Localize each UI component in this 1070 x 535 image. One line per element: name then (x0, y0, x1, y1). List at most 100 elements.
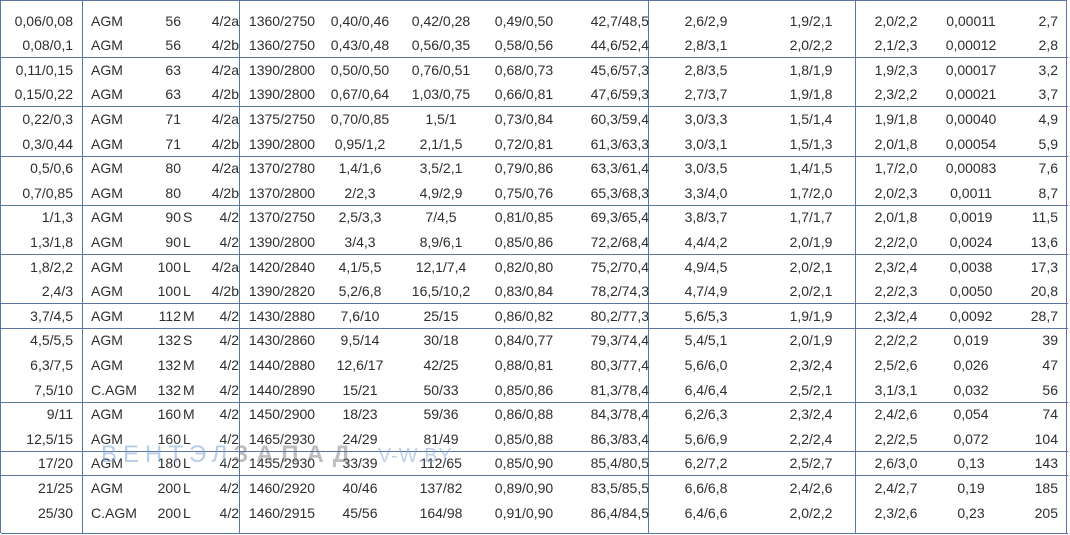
table-cell: L (183, 504, 191, 521)
table-cell: 0,072 (953, 430, 989, 447)
table-cell: 5,6/5,3 (684, 307, 728, 324)
table-cell: 4/2a (211, 110, 239, 127)
table-cell: 2,2/2,0 (874, 233, 918, 250)
table-cell: AGM (91, 86, 123, 103)
table-cell: 137/82 (419, 479, 463, 496)
table-cell: 200 (157, 504, 181, 521)
table-cell: 164/98 (419, 504, 463, 521)
table-cell: 0,67/0,64 (330, 86, 390, 103)
table-cell: 4/2 (219, 307, 239, 324)
table-cell: AGM (91, 233, 123, 250)
table-cell: 0,40/0,46 (330, 12, 390, 29)
table-cell: 18/23 (342, 406, 378, 423)
table-cell: 4/2 (219, 406, 239, 423)
table-cell: 0,82/0,80 (494, 258, 554, 275)
table-cell: 30/18 (423, 332, 459, 349)
table-cell: AGM (91, 307, 123, 324)
table-cell: 1390/2820 (248, 283, 316, 300)
table-cell: 0,72/0,81 (494, 135, 554, 152)
table-cell: 1390/2800 (248, 61, 316, 78)
table-cell: 9,5/14 (340, 332, 380, 349)
table-cell: 1,03/0,75 (411, 86, 471, 103)
table-cell: 0,85/0,88 (494, 430, 554, 447)
table-cell: 2,2/2,4 (789, 430, 833, 447)
table-cell: 180 (157, 455, 181, 472)
table-cell: 74 (1042, 406, 1058, 423)
table-cell: 185 (1034, 479, 1058, 496)
table-cell: 1,5/1,3 (789, 135, 833, 152)
table-cell: L (183, 479, 191, 496)
table-cell: 132 (157, 381, 181, 398)
table-cell: 1390/2800 (248, 135, 316, 152)
table-cell: 42/25 (423, 356, 459, 373)
table-cell: 85,4/80,5 (590, 455, 649, 472)
table-cell: AGM (91, 61, 123, 78)
table-cell: 0,0038 (949, 258, 993, 275)
table-cell: 2,0/2,2 (789, 37, 833, 54)
table-cell: 3,0/3,3 (684, 110, 728, 127)
table-cell: 1450/2900 (248, 406, 316, 423)
table-cell: L (183, 455, 191, 472)
table-cell: 4,9/2,9 (419, 184, 463, 201)
table-cell: 1420/2840 (248, 258, 316, 275)
table-cell: 0,08/0,1 (22, 37, 73, 54)
table-cell: 1,5/1,4 (789, 110, 833, 127)
table-cell: 3/4,3 (344, 233, 376, 250)
table-cell: 205 (1034, 504, 1058, 521)
table-cell: AGM (91, 406, 123, 423)
table-cell: 4/2 (219, 356, 239, 373)
table-cell: 0,91/0,90 (494, 504, 554, 521)
table-cell: 12,6/17 (336, 356, 384, 373)
table-cell: M (183, 307, 195, 324)
table-cell: 0,23 (957, 504, 985, 521)
table-cell: 0,00054 (945, 135, 997, 152)
table-cell: 56 (165, 12, 181, 29)
table-cell: AGM (91, 283, 123, 300)
table-cell: 0,76/0,51 (411, 61, 471, 78)
table-cell: 2,3/2,4 (789, 356, 833, 373)
table-cell: 0,42/0,28 (411, 12, 471, 29)
table-cell: 63,3/61,4 (590, 160, 649, 177)
table-cell: 56 (165, 37, 181, 54)
table-cell: 4,4/4,2 (684, 233, 728, 250)
table-cell: 9/11 (46, 406, 73, 423)
table-cell: 4/2 (219, 504, 239, 521)
table-cell: 2,2/2,2 (874, 332, 918, 349)
table-cell: 0,79/0,86 (494, 160, 554, 177)
table-cell: 7/4,5 (425, 209, 457, 226)
table-cell: 71 (165, 135, 181, 152)
table-cell: 2,7/3,7 (684, 86, 728, 103)
table-cell: 2,2/2,3 (874, 283, 918, 300)
table-cell: 3,1/3,1 (874, 381, 918, 398)
table-cell: 2,5/2,1 (789, 381, 833, 398)
table-cell: 3,8/3,7 (684, 209, 728, 226)
table-cell: 80,2/77,3 (590, 307, 649, 324)
table-cell: 0,00011 (946, 12, 996, 29)
table-cell: 0,75/0,76 (494, 184, 554, 201)
table-cell: 1430/2860 (248, 332, 316, 349)
table-cell: 47,6/59,3 (590, 86, 649, 103)
table-cell: AGM (91, 430, 123, 447)
table-cell: 2,0/1,8 (874, 209, 918, 226)
table-cell: 1,9/2,1 (789, 12, 833, 29)
table-cell: 65,3/68,3 (590, 184, 649, 201)
table-cell: 33/39 (342, 455, 378, 472)
table-cell: L (183, 258, 191, 275)
table-cell: 0,86/0,82 (494, 307, 554, 324)
table-cell: 2,0/2,3 (874, 184, 918, 201)
table-cell: 0,58/0,56 (494, 37, 554, 54)
table-cell: 1,9/2,3 (874, 61, 918, 78)
table-cell: 0,0024 (949, 233, 993, 250)
table-cell: AGM (91, 184, 123, 201)
table-cell: AGM (91, 37, 123, 54)
table-cell: 2,4/2,6 (874, 406, 918, 423)
table-cell: 25/15 (423, 307, 459, 324)
table-cell: 132 (157, 356, 181, 373)
table-cell: 80 (165, 184, 181, 201)
table-cell: 4/2b (211, 86, 239, 103)
table-cell: 2,6/2,9 (684, 12, 728, 29)
table-cell: 3,0/3,1 (684, 135, 728, 152)
table-cell: 1,4/1,6 (338, 160, 382, 177)
table-cell: 0,86/0,88 (494, 406, 554, 423)
table-cell: 0,68/0,73 (494, 61, 554, 78)
